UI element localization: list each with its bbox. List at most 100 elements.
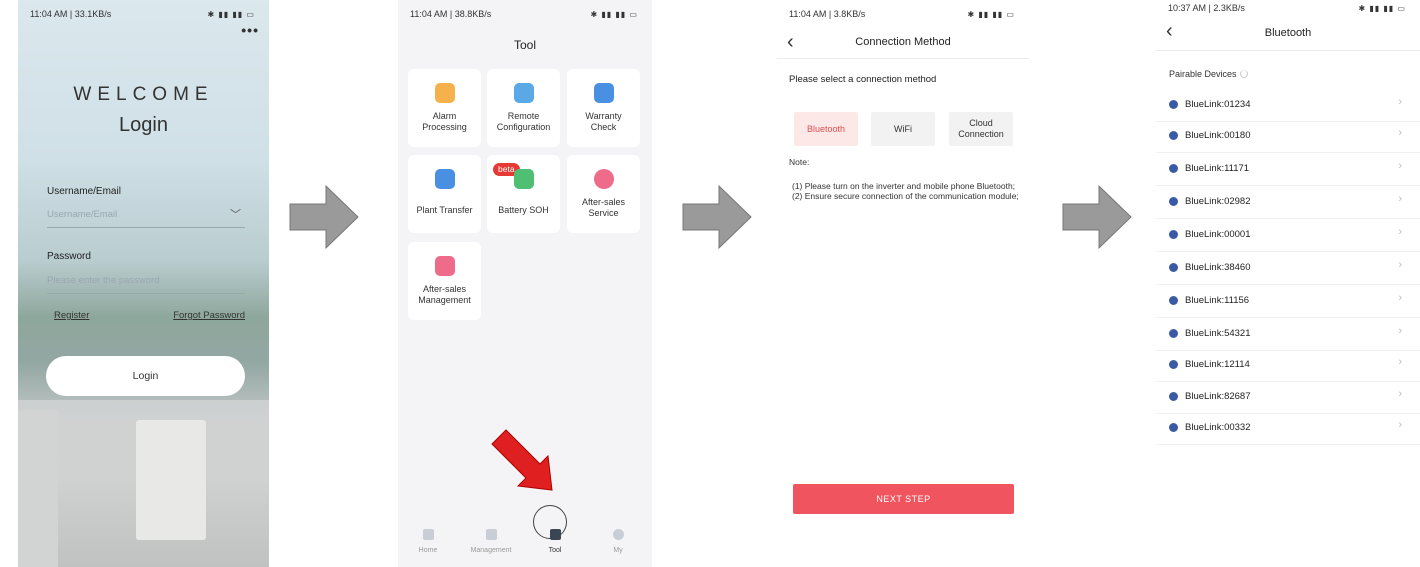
device-name: BlueLink:12114 xyxy=(1185,359,1250,370)
option-wifi[interactable]: WiFi xyxy=(871,112,935,146)
chevron-right-icon: › xyxy=(1398,226,1402,238)
home-icon xyxy=(422,529,434,540)
flow-arrow-icon xyxy=(289,184,359,250)
chevron-down-icon[interactable]: ﹀ xyxy=(230,206,241,222)
heart-hand-icon xyxy=(593,169,614,189)
tile-remote-configuration[interactable]: Remote Configuration xyxy=(487,69,560,147)
signal-icons: ✱ ▮▮ ▮▮ ▭ xyxy=(207,9,255,19)
device-row[interactable]: BlueLink:82687 › xyxy=(1156,383,1420,414)
device-row[interactable]: BlueLink:11156 › xyxy=(1156,287,1420,318)
signal-icons: ✱ ▮▮ ▮▮ ▭ xyxy=(1358,3,1406,13)
username-field[interactable]: Username/Email ﹀ xyxy=(47,206,245,228)
bluetooth-icon xyxy=(1169,263,1178,272)
status-time: 11:04 AM | 38.8KB/s xyxy=(410,9,492,19)
nav-management[interactable]: Management xyxy=(461,529,521,554)
status-time: 11:04 AM | 33.1KB/s xyxy=(30,9,112,19)
nav-home[interactable]: Home xyxy=(398,529,458,554)
tile-label: After-sales Management xyxy=(418,284,471,305)
bluetooth-icon xyxy=(1169,329,1178,338)
management-tab-icon xyxy=(485,529,497,540)
tool-tab-icon xyxy=(549,529,561,540)
device-row[interactable]: BlueLink:38460 › xyxy=(1156,254,1420,285)
bottom-nav: Home Management Tool My xyxy=(398,517,652,567)
device-row[interactable]: BlueLink:54321 › xyxy=(1156,320,1420,351)
device-name: BlueLink:11171 xyxy=(1185,163,1250,174)
password-field[interactable]: Please enter the password xyxy=(47,272,245,294)
device-row[interactable]: BlueLink:02982 › xyxy=(1156,188,1420,219)
tile-alarm-processing[interactable]: Alarm Processing xyxy=(408,69,481,147)
tile-after-sales-management[interactable]: After-sales Management xyxy=(408,242,481,320)
signal-icons: ✱ ▮▮ ▮▮ ▭ xyxy=(590,9,638,19)
alarm-icon xyxy=(434,83,455,103)
username-label: Username/Email xyxy=(47,186,121,197)
nav-tool[interactable]: Tool xyxy=(525,529,585,554)
option-bluetooth[interactable]: Bluetooth xyxy=(794,112,858,146)
device-name: BlueLink:11156 xyxy=(1185,295,1250,306)
connection-method-screen: 11:04 AM | 3.8KB/s ✱ ▮▮ ▮▮ ▭ ‹ Connectio… xyxy=(777,0,1029,567)
bluetooth-icon xyxy=(1169,423,1178,432)
status-bar: 11:04 AM | 38.8KB/s ✱ ▮▮ ▮▮ ▭ xyxy=(398,6,652,22)
background-wall xyxy=(136,420,206,540)
login-screen: 11:04 AM | 33.1KB/s ✱ ▮▮ ▮▮ ▭ ••• WELCOM… xyxy=(18,0,269,567)
tile-plant-transfer[interactable]: Plant Transfer xyxy=(408,155,481,233)
tile-label: Plant Transfer xyxy=(416,205,473,215)
page-title: Bluetooth xyxy=(1264,27,1312,39)
note-line: (2) Ensure secure connection of the comm… xyxy=(792,191,1019,201)
forgot-password-link[interactable]: Forgot Password xyxy=(173,310,245,321)
welcome-heading: WELCOME xyxy=(73,84,214,105)
tool-screen: 11:04 AM | 38.8KB/s ✱ ▮▮ ▮▮ ▭ Tool Alarm… xyxy=(398,0,652,567)
device-row[interactable]: BlueLink:11171 › xyxy=(1156,155,1420,186)
register-link[interactable]: Register xyxy=(54,310,89,321)
bluetooth-screen: 10:37 AM | 2.3KB/s ✱ ▮▮ ▮▮ ▭ ‹ Bluetooth… xyxy=(1156,0,1420,567)
login-button[interactable]: Login xyxy=(46,356,245,396)
page-title: Tool xyxy=(513,38,536,52)
battery-icon xyxy=(513,169,534,189)
status-time: 11:04 AM | 3.8KB/s xyxy=(789,9,866,19)
tile-label: Warranty Check xyxy=(585,111,622,132)
chevron-right-icon: › xyxy=(1398,325,1402,337)
nav-my[interactable]: My xyxy=(588,529,648,554)
bluetooth-icon xyxy=(1169,230,1178,239)
device-name: BlueLink:38460 xyxy=(1185,262,1251,273)
device-name: BlueLink:01234 xyxy=(1185,99,1251,110)
divider xyxy=(1156,50,1420,51)
warranty-icon xyxy=(593,83,614,103)
bluetooth-icon xyxy=(1169,392,1178,401)
device-name: BlueLink:00180 xyxy=(1185,130,1251,141)
chevron-right-icon: › xyxy=(1398,127,1402,139)
device-row[interactable]: BlueLink:00001 › xyxy=(1156,221,1420,252)
device-row[interactable]: BlueLink:00180 › xyxy=(1156,122,1420,153)
background-post xyxy=(18,410,58,567)
page-title: Login xyxy=(119,114,168,136)
plant-transfer-icon xyxy=(434,169,455,189)
device-row[interactable]: BlueLink:01234 › xyxy=(1156,91,1420,122)
chevron-right-icon: › xyxy=(1398,388,1402,400)
status-bar: 11:04 AM | 33.1KB/s ✱ ▮▮ ▮▮ ▭ xyxy=(18,6,269,22)
connection-prompt: Please select a connection method xyxy=(789,74,937,85)
tile-after-sales-service[interactable]: After-sales Service xyxy=(567,155,640,233)
status-time: 10:37 AM | 2.3KB/s xyxy=(1168,3,1245,13)
loading-spinner-icon xyxy=(1239,70,1248,78)
tile-battery-soh[interactable]: beta Battery SOH xyxy=(487,155,560,233)
tile-label: Remote Configuration xyxy=(496,111,551,132)
next-step-button[interactable]: NEXT STEP xyxy=(793,484,1014,514)
signal-icons: ✱ ▮▮ ▮▮ ▭ xyxy=(967,9,1015,19)
divider xyxy=(777,58,1029,59)
tile-warranty-check[interactable]: Warranty Check xyxy=(567,69,640,147)
chevron-right-icon: › xyxy=(1398,96,1402,108)
device-name: BlueLink:82687 xyxy=(1185,391,1251,402)
note-label: Note: xyxy=(789,157,810,167)
pairable-devices-label: Pairable Devices xyxy=(1169,69,1248,79)
chevron-right-icon: › xyxy=(1398,160,1402,172)
device-row[interactable]: BlueLink:00332 › xyxy=(1156,414,1420,445)
status-bar: 11:04 AM | 3.8KB/s ✱ ▮▮ ▮▮ ▭ xyxy=(777,6,1029,22)
bluetooth-icon xyxy=(1169,100,1178,109)
page-title: Connection Method xyxy=(855,36,951,48)
option-cloud-connection[interactable]: Cloud Connection xyxy=(949,112,1013,146)
note-text: (1) Please turn on the inverter and mobi… xyxy=(789,181,1029,201)
more-icon[interactable]: ••• xyxy=(241,22,259,38)
device-name: BlueLink:54321 xyxy=(1185,328,1251,339)
note-line: (1) Please turn on the inverter and mobi… xyxy=(792,181,1016,191)
device-row[interactable]: BlueLink:12114 › xyxy=(1156,351,1420,382)
chevron-right-icon: › xyxy=(1398,356,1402,368)
